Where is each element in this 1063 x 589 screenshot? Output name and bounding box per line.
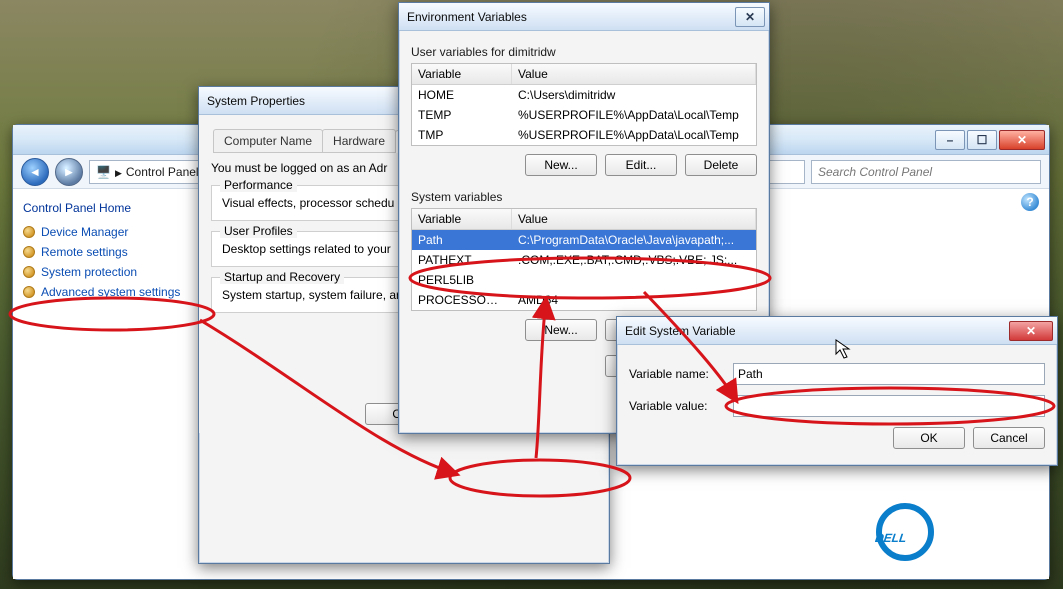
dialog-title: Environment Variables <box>407 10 733 24</box>
sidebar-system-protection[interactable]: System protection <box>23 265 191 279</box>
sidebar-remote-settings[interactable]: Remote settings <box>23 245 191 259</box>
group-legend: Performance <box>220 178 297 192</box>
nav-back-button[interactable]: ◄ <box>21 158 49 186</box>
computer-icon: 🖥️ <box>96 165 111 179</box>
sys-vars-heading: System variables <box>411 190 757 204</box>
minimize-button[interactable] <box>935 130 965 150</box>
table-row[interactable]: TEMP%USERPROFILE%\AppData\Local\Temp <box>412 105 756 125</box>
table-row[interactable]: PROCESSOR_A...AMD64 <box>412 290 756 310</box>
variable-value-input[interactable] <box>733 395 1045 417</box>
sidebar-home[interactable]: Control Panel Home <box>23 201 191 215</box>
shield-icon <box>23 246 35 258</box>
variable-value-label: Variable value: <box>629 399 733 413</box>
col-value[interactable]: Value <box>512 64 756 84</box>
table-row[interactable]: PATHEXT.COM;.EXE;.BAT;.CMD;.VBS;.VBE;.JS… <box>412 250 756 270</box>
search-input[interactable]: Search Control Panel <box>811 160 1041 184</box>
table-row[interactable]: PERL5LIB <box>412 270 756 290</box>
sys-vars-table[interactable]: VariableValue PathC:\ProgramData\Oracle\… <box>411 208 757 311</box>
sidebar-advanced-system-settings[interactable]: Advanced system settings <box>23 285 191 299</box>
close-button[interactable] <box>735 7 765 27</box>
tab-hardware[interactable]: Hardware <box>322 129 396 152</box>
maximize-button[interactable] <box>967 130 997 150</box>
user-edit-button[interactable]: Edit... <box>605 154 677 176</box>
close-button[interactable] <box>1009 321 1053 341</box>
chevron-right-icon <box>115 165 122 179</box>
col-variable[interactable]: Variable <box>412 209 512 229</box>
table-row[interactable]: PathC:\ProgramData\Oracle\Java\javapath;… <box>412 230 756 250</box>
sys-new-button[interactable]: New... <box>525 319 597 341</box>
col-variable[interactable]: Variable <box>412 64 512 84</box>
group-legend: User Profiles <box>220 224 297 238</box>
nav-forward-button[interactable]: ► <box>55 158 83 186</box>
breadcrumb-text: Control Panel <box>126 165 199 179</box>
user-delete-button[interactable]: Delete <box>685 154 757 176</box>
dialog-title: Edit System Variable <box>625 324 1007 338</box>
editvar-titlebar[interactable]: Edit System Variable <box>617 317 1057 345</box>
shield-icon <box>23 286 35 298</box>
user-vars-table[interactable]: VariableValue HOMEC:\Users\dimitridw TEM… <box>411 63 757 146</box>
svg-text:DELL: DELL <box>875 531 909 545</box>
group-legend: Startup and Recovery <box>220 270 344 284</box>
dell-logo-icon: DELL <box>875 497 1025 567</box>
table-row[interactable]: TMP%USERPROFILE%\AppData\Local\Temp <box>412 125 756 145</box>
cancel-button[interactable]: Cancel <box>973 427 1045 449</box>
variable-name-input[interactable] <box>733 363 1045 385</box>
close-button[interactable] <box>999 130 1045 150</box>
envvars-titlebar[interactable]: Environment Variables <box>399 3 769 31</box>
edit-system-variable-dialog: Edit System Variable Variable name: Vari… <box>616 316 1058 466</box>
sidebar-device-manager[interactable]: Device Manager <box>23 225 191 239</box>
variable-name-label: Variable name: <box>629 367 733 381</box>
tab-computer-name[interactable]: Computer Name <box>213 129 323 152</box>
shield-icon <box>23 266 35 278</box>
help-icon[interactable]: ? <box>1021 193 1039 211</box>
control-panel-sidebar: Control Panel Home Device Manager Remote… <box>13 189 201 579</box>
user-vars-heading: User variables for dimitridw <box>411 45 757 59</box>
ok-button[interactable]: OK <box>893 427 965 449</box>
table-row[interactable]: HOMEC:\Users\dimitridw <box>412 85 756 105</box>
col-value[interactable]: Value <box>512 209 756 229</box>
user-new-button[interactable]: New... <box>525 154 597 176</box>
shield-icon <box>23 226 35 238</box>
